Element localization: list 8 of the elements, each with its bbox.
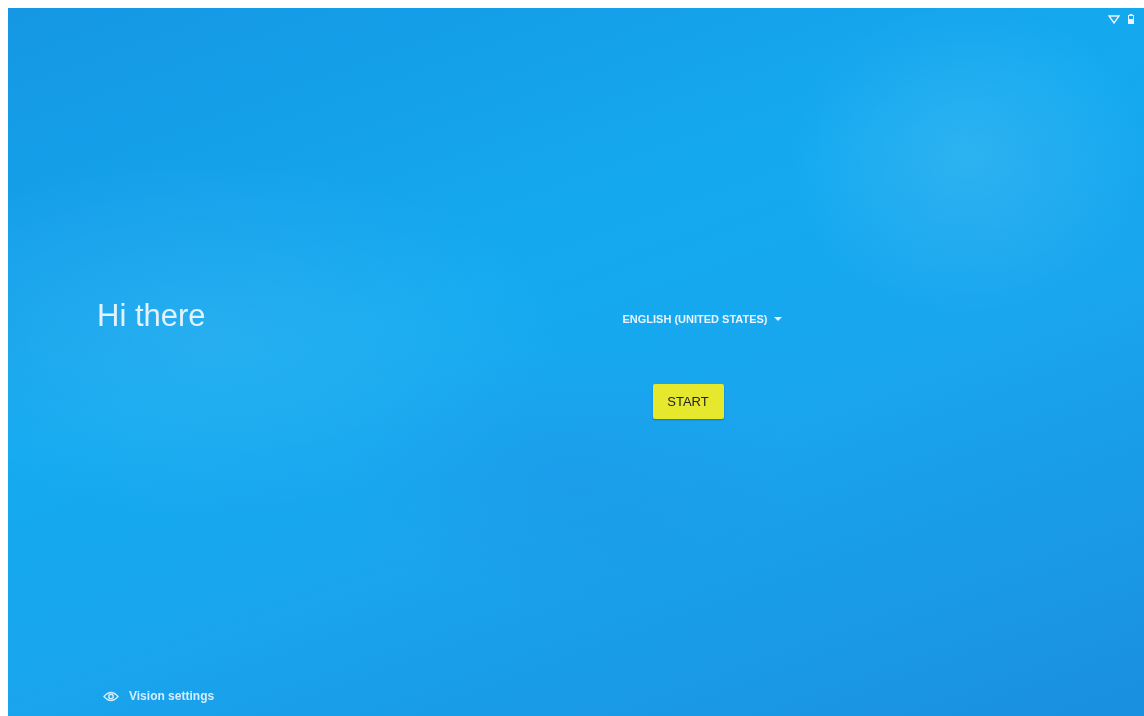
wifi-icon bbox=[1108, 14, 1120, 24]
eye-icon bbox=[103, 690, 119, 702]
language-dropdown[interactable]: ENGLISH (UNITED STATES) bbox=[618, 311, 786, 327]
greeting-heading: Hi there bbox=[97, 298, 206, 334]
start-button[interactable]: START bbox=[652, 384, 724, 419]
battery-icon bbox=[1128, 14, 1134, 24]
caret-icon bbox=[773, 317, 782, 321]
vision-settings-link[interactable]: Vision settings bbox=[103, 687, 215, 705]
